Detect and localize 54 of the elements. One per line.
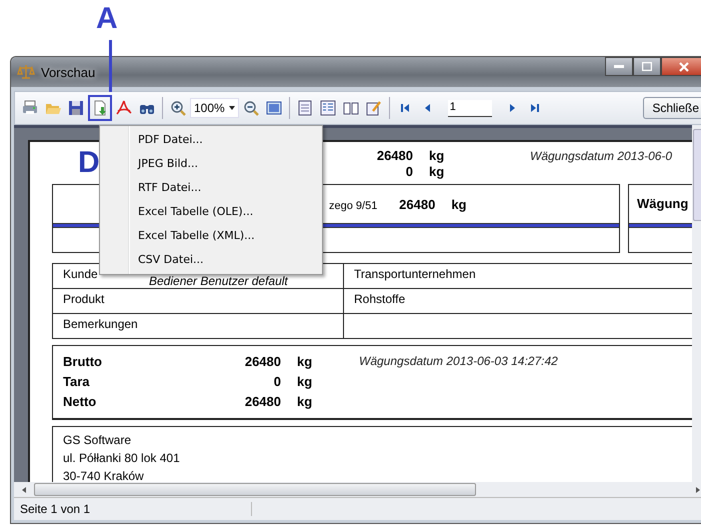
table-cell: Produkt bbox=[63, 292, 104, 306]
export-icon[interactable] bbox=[88, 95, 112, 121]
close-icon bbox=[679, 62, 689, 72]
page-status: Seite 1 von 1 bbox=[14, 502, 252, 516]
address-text: zego 9/51 bbox=[329, 200, 378, 212]
weight-label: Netto bbox=[63, 393, 98, 411]
page-number-field[interactable]: 1 bbox=[448, 100, 492, 116]
column-heading: Wägung bbox=[637, 196, 688, 211]
scroll-left-icon[interactable] bbox=[20, 486, 28, 494]
table-cell: Transportunternehmen bbox=[354, 267, 476, 281]
maximize-button[interactable] bbox=[633, 57, 661, 76]
company-line: ul. Półłanki 80 lok 401 bbox=[63, 450, 181, 467]
weight-unit: kg bbox=[296, 373, 314, 391]
weigh-date: Wägungsdatum 2013-06-0 bbox=[530, 148, 672, 164]
window-title: Vorschau bbox=[41, 64, 96, 80]
weight-unit: kg bbox=[296, 393, 314, 411]
weight-value: 26480 bbox=[398, 197, 436, 212]
close-button[interactable] bbox=[661, 57, 701, 76]
table-cell: Bemerkungen bbox=[63, 317, 138, 331]
weight-unit: kg bbox=[296, 353, 314, 371]
operator-text: Bediener Benutzer default bbox=[149, 274, 288, 288]
company-line: GS Software bbox=[63, 432, 132, 449]
zoom-dropdown[interactable]: 100% bbox=[190, 98, 239, 118]
maximize-icon bbox=[642, 62, 652, 71]
menu-item[interactable]: Excel Tabelle (OLE)... bbox=[100, 200, 322, 224]
menu-item[interactable]: Excel Tabelle (XML)... bbox=[100, 224, 322, 248]
scroll-right-icon[interactable] bbox=[694, 486, 701, 494]
dropdown-caret-icon bbox=[228, 106, 235, 110]
table-cell: Kunde bbox=[63, 267, 98, 281]
table-cell: Rohstoffe bbox=[354, 292, 406, 306]
callout-line bbox=[109, 40, 112, 92]
weight-label: Brutto bbox=[63, 353, 103, 371]
minimize-button[interactable] bbox=[605, 57, 633, 76]
weight-value: 0 bbox=[272, 373, 281, 391]
menu-item[interactable]: PDF Datei... bbox=[100, 128, 322, 152]
menu-item[interactable]: JPEG Bild... bbox=[100, 152, 322, 176]
report-logo: D bbox=[78, 148, 101, 178]
weight-unit: kg bbox=[450, 197, 468, 212]
menu-item[interactable]: CSV Datei... bbox=[100, 248, 322, 272]
close-preview-button[interactable]: Schließe bbox=[643, 97, 701, 119]
weight-value: 0 bbox=[404, 164, 413, 180]
weight-unit: kg bbox=[428, 164, 446, 180]
menu-item[interactable]: RTF Datei... bbox=[100, 176, 322, 200]
weight-value: 26480 bbox=[244, 353, 281, 371]
horizontal-scrollbar[interactable] bbox=[14, 482, 701, 497]
weight-label: Tara bbox=[63, 373, 90, 391]
scales-icon bbox=[17, 64, 35, 80]
weight-unit: kg bbox=[428, 148, 446, 164]
minimize-icon bbox=[614, 64, 624, 68]
weight-value: 26480 bbox=[376, 148, 413, 164]
weight-value: 26480 bbox=[244, 393, 281, 411]
weigh-date: Wägungsdatum 2013-06-03 14:27:42 bbox=[359, 354, 558, 370]
company-line: 30-740 Kraków bbox=[63, 468, 145, 482]
callout-label: A bbox=[96, 4, 118, 34]
